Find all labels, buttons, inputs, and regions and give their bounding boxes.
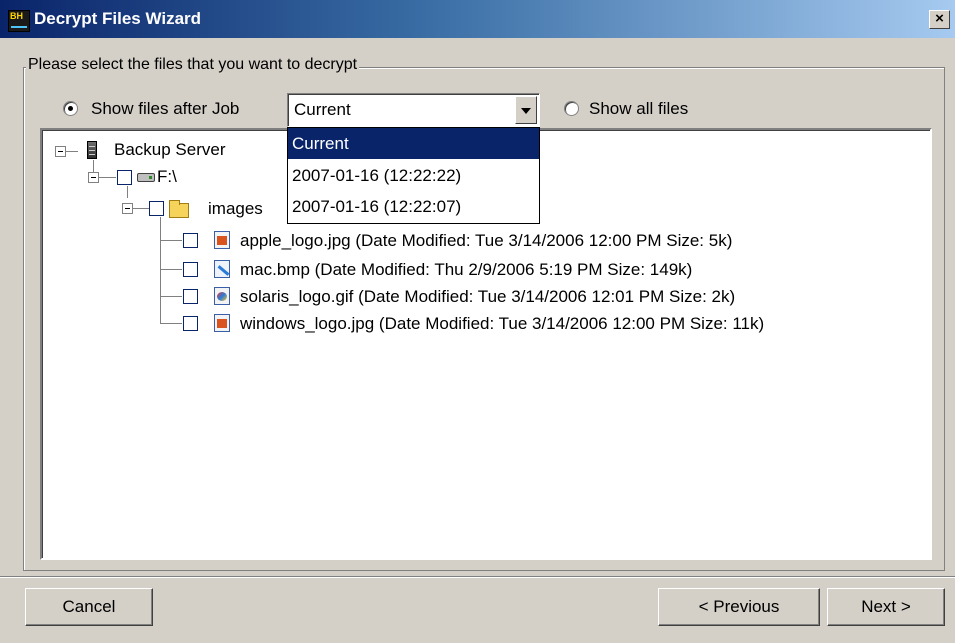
collapse-icon[interactable] <box>88 172 99 183</box>
decrypt-files-wizard-window: BH Decrypt Files Wizard × Please select … <box>0 0 955 643</box>
chevron-down-icon[interactable] <box>515 96 537 124</box>
folder-checkbox[interactable] <box>149 201 164 216</box>
jpg-icon <box>214 231 230 249</box>
tree-node-backup-server[interactable]: Backup Server <box>114 140 226 160</box>
window-title: Decrypt Files Wizard <box>34 9 202 28</box>
show-all-files-label[interactable]: Show all files <box>589 99 688 119</box>
collapse-icon[interactable] <box>122 203 133 214</box>
next-button[interactable]: Next > <box>827 588 945 626</box>
dropdown-option[interactable]: 2007-01-16 (12:22:07) <box>288 191 539 222</box>
drive-icon <box>137 173 155 182</box>
tree-connector <box>160 323 182 324</box>
job-dropdown-list[interactable]: Current 2007-01-16 (12:22:22) 2007-01-16… <box>287 127 540 224</box>
tree-node-drive[interactable]: F:\ <box>157 167 177 187</box>
group-legend: Please select the files that you want to… <box>26 56 360 74</box>
tree-connector <box>93 160 94 172</box>
app-icon: BH <box>8 10 30 32</box>
file-checkbox[interactable] <box>183 262 198 277</box>
server-icon <box>87 141 97 159</box>
tree-connector <box>160 217 161 323</box>
tree-node-images[interactable]: images <box>208 199 263 219</box>
file-checkbox[interactable] <box>183 289 198 304</box>
tree-connector <box>66 151 78 152</box>
tree-node-file[interactable]: solaris_logo.gif (Date Modified: Tue 3/1… <box>240 287 735 307</box>
job-select[interactable]: Current <box>287 93 540 127</box>
tree-connector <box>160 240 182 241</box>
dropdown-option[interactable]: 2007-01-16 (12:22:22) <box>288 160 539 191</box>
show-after-job-label[interactable]: Show files after Job <box>91 99 239 119</box>
collapse-icon[interactable] <box>55 146 66 157</box>
tree-connector <box>160 269 182 270</box>
show-after-job-radio[interactable] <box>63 101 78 116</box>
job-select-value: Current <box>294 100 351 119</box>
folder-icon <box>169 200 189 218</box>
gif-icon <box>214 287 230 305</box>
tree-connector <box>133 208 149 209</box>
tree-connector <box>99 177 116 178</box>
title-bar[interactable]: BH Decrypt Files Wizard × <box>0 0 955 38</box>
previous-button[interactable]: < Previous <box>658 588 820 626</box>
tree-node-file[interactable]: mac.bmp (Date Modified: Thu 2/9/2006 5:1… <box>240 260 692 280</box>
dropdown-option[interactable]: Current <box>288 128 539 159</box>
bmp-icon <box>214 260 230 278</box>
tree-node-file[interactable]: apple_logo.jpg (Date Modified: Tue 3/14/… <box>240 231 732 251</box>
tree-connector <box>127 186 128 198</box>
file-checkbox[interactable] <box>183 316 198 331</box>
tree-node-file[interactable]: windows_logo.jpg (Date Modified: Tue 3/1… <box>240 314 764 334</box>
drive-checkbox[interactable] <box>117 170 132 185</box>
file-checkbox[interactable] <box>183 233 198 248</box>
show-all-files-radio[interactable] <box>564 101 579 116</box>
footer-separator <box>0 576 955 578</box>
tree-connector <box>160 296 182 297</box>
close-button[interactable]: × <box>929 10 950 29</box>
jpg-icon <box>214 314 230 332</box>
cancel-button[interactable]: Cancel <box>25 588 153 626</box>
